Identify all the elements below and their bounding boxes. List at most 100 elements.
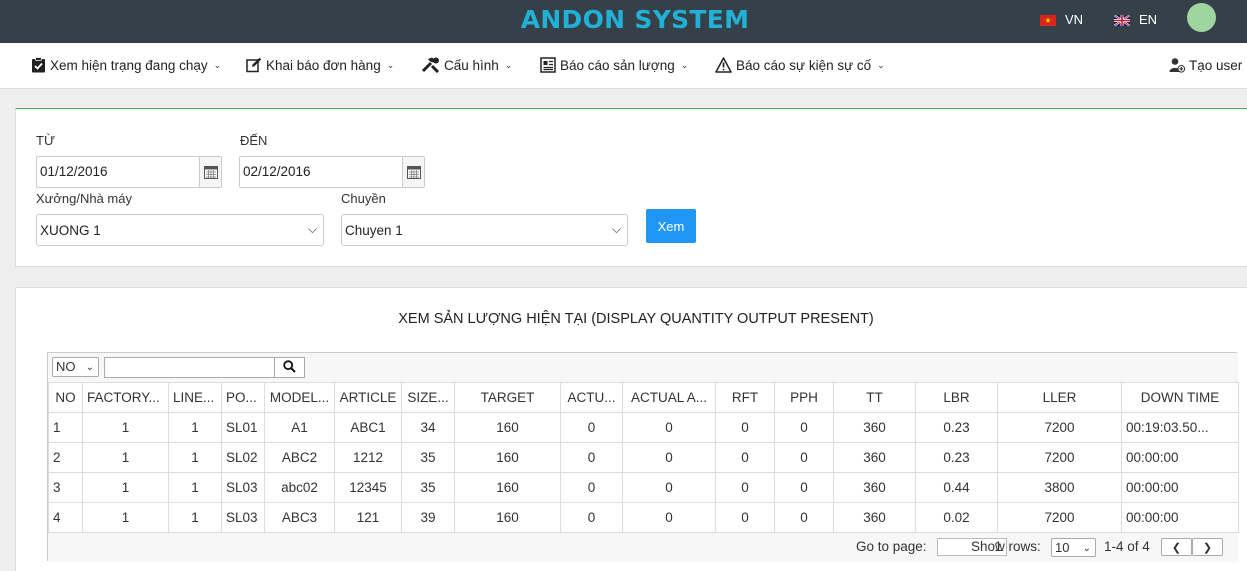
language-en-label: EN (1139, 12, 1158, 27)
table-cell: 35 (401, 472, 455, 503)
column-header-2[interactable]: LINE... (168, 382, 222, 413)
table-cell: 0.23 (915, 412, 998, 443)
menu-incident-report[interactable]: Báo cáo sự kiện sự cố ⌄ (715, 57, 885, 73)
warning-icon (715, 57, 732, 73)
line-label: Chuyền (341, 191, 386, 206)
menu-order-declaration-label: Khai báo đơn hàng (266, 57, 381, 73)
table-cell: 0 (774, 502, 834, 533)
column-header-11[interactable]: PPH (774, 382, 834, 413)
chevron-down-icon: ⌵ (611, 222, 621, 236)
menu-running-status[interactable]: Xem hiện trạng đang chạy ⌄ (31, 57, 221, 73)
column-header-0[interactable]: NO (48, 382, 83, 413)
table-cell: 160 (454, 442, 561, 473)
table-row[interactable]: 2 1 1 SL02 ABC2 1212 35 160 0 0 0 0 360 0.23 7200 00:00… (48, 442, 1239, 473)
pagination-bar: Go to page: 1 Show rows: 10 ⌄ 1-4 of 4 ❮… (48, 533, 1238, 562)
factory-select[interactable]: XUONG 1 ⌵ (36, 214, 324, 246)
previous-page-button[interactable]: ❮ (1161, 538, 1192, 556)
column-header-3[interactable]: PO... (221, 382, 265, 413)
table-cell: 3 (48, 472, 83, 503)
table-cell: ABC3 (264, 502, 335, 533)
search-icon (283, 359, 296, 376)
search-button[interactable] (274, 357, 305, 378)
table-cell: 0 (622, 412, 716, 443)
to-date-label: ĐẾN (240, 133, 268, 148)
create-user-label: Tạo user (1189, 57, 1243, 73)
column-header-12[interactable]: TT (833, 382, 916, 413)
language-vn[interactable]: VN (1040, 12, 1083, 27)
table-cell: ABC2 (264, 442, 335, 473)
table-cell: 0 (774, 472, 834, 503)
table-cell: 160 (454, 412, 561, 443)
column-header-15[interactable]: DOWN TIME (1121, 382, 1239, 413)
factory-select-value: XUONG 1 (40, 223, 101, 238)
table-cell: 360 (833, 412, 916, 443)
table-cell: 39 (401, 502, 455, 533)
column-header-8[interactable]: ACTU... (560, 382, 623, 413)
chevron-left-icon: ❮ (1171, 541, 1182, 554)
chevron-down-icon: ⌄ (85, 362, 94, 373)
to-date-input[interactable]: 02/12/2016 (239, 156, 425, 188)
chevron-down-icon: ⌄ (1082, 543, 1091, 554)
clipboard-check-icon (31, 57, 46, 73)
table-cell: 0 (560, 412, 623, 443)
search-input[interactable] (104, 357, 275, 378)
table-row[interactable]: 3 1 1 SL03 abc02 12345 35 160 0 0 0 0 360 0.44 3800 00:… (48, 472, 1239, 503)
search-column-select[interactable]: NO ⌄ (52, 357, 99, 377)
column-header-7[interactable]: TARGET (454, 382, 561, 413)
table-cell: 00:00:00 (1121, 472, 1239, 503)
table-cell: SL02 (221, 442, 265, 473)
table-row[interactable]: 1 1 1 SL01 A1 ABC1 34 160 0 0 0 0 360 0.23 7200 00:19:0… (48, 412, 1239, 443)
table-cell: 0 (715, 502, 775, 533)
record-range: 1-4 of 4 (1104, 539, 1150, 554)
chevron-down-icon: ⌄ (504, 59, 513, 70)
column-header-5[interactable]: ARTICLE (334, 382, 402, 413)
table-row[interactable]: 4 1 1 SL03 ABC3 121 39 160 0 0 0 0 360 0.02 7200 00:00:… (48, 502, 1239, 533)
table-cell: 0 (560, 442, 623, 473)
table-cell: 4 (48, 502, 83, 533)
menu-output-report[interactable]: Báo cáo sản lượng ⌄ (540, 57, 688, 73)
output-table: NO FACTORY... LINE... PO... MODEL... ARTICLE S… (48, 382, 1239, 533)
table-cell: 0 (774, 412, 834, 443)
table-cell: 35 (401, 442, 455, 473)
user-avatar[interactable] (1187, 3, 1216, 32)
column-header-6[interactable]: SIZE... (401, 382, 455, 413)
from-date-input[interactable]: 01/12/2016 (36, 156, 222, 188)
table-cell: 160 (454, 502, 561, 533)
calendar-icon[interactable] (402, 157, 424, 187)
table-cell: 3800 (997, 472, 1122, 503)
chevron-right-icon: ❯ (1202, 541, 1213, 554)
vietnam-flag-icon (1040, 14, 1056, 26)
calendar-icon[interactable] (199, 157, 221, 187)
menu-order-declaration[interactable]: Khai báo đơn hàng ⌄ (246, 57, 394, 73)
table-cell: 360 (833, 502, 916, 533)
view-button[interactable]: Xem (646, 209, 696, 243)
next-page-button[interactable]: ❯ (1192, 538, 1223, 556)
column-header-4[interactable]: MODEL... (264, 382, 335, 413)
menu-configuration[interactable]: Cấu hình ⌄ (421, 57, 512, 73)
table-cell: 360 (833, 472, 916, 503)
to-date-value: 02/12/2016 (243, 164, 311, 179)
table-cell: 0 (622, 442, 716, 473)
rows-per-page-value: 10 (1055, 540, 1070, 555)
table-cell: 7200 (997, 502, 1122, 533)
chevron-down-icon: ⌄ (386, 59, 395, 70)
table-cell: ABC1 (334, 412, 402, 443)
table-cell: 0 (715, 472, 775, 503)
add-user-icon (1169, 57, 1185, 73)
column-header-14[interactable]: LLER (997, 382, 1122, 413)
table-cell: 00:00:00 (1121, 502, 1239, 533)
table-cell: 1 (168, 442, 222, 473)
menu-incident-report-label: Báo cáo sự kiện sự cố (736, 57, 872, 73)
column-header-9[interactable]: ACTUAL A... (622, 382, 716, 413)
line-select[interactable]: Chuyen 1 ⌵ (341, 214, 628, 246)
table-cell: 1212 (334, 442, 402, 473)
column-header-13[interactable]: LBR (915, 382, 998, 413)
column-header-1[interactable]: FACTORY... (82, 382, 169, 413)
table-cell: 0.44 (915, 472, 998, 503)
table-cell: 121 (334, 502, 402, 533)
rows-per-page-select[interactable]: 10 ⌄ (1051, 538, 1096, 557)
column-header-10[interactable]: RFT (715, 382, 775, 413)
language-en[interactable]: EN (1113, 12, 1158, 27)
table-cell: 1 (48, 412, 83, 443)
create-user-link[interactable]: Tạo user (1169, 57, 1242, 73)
